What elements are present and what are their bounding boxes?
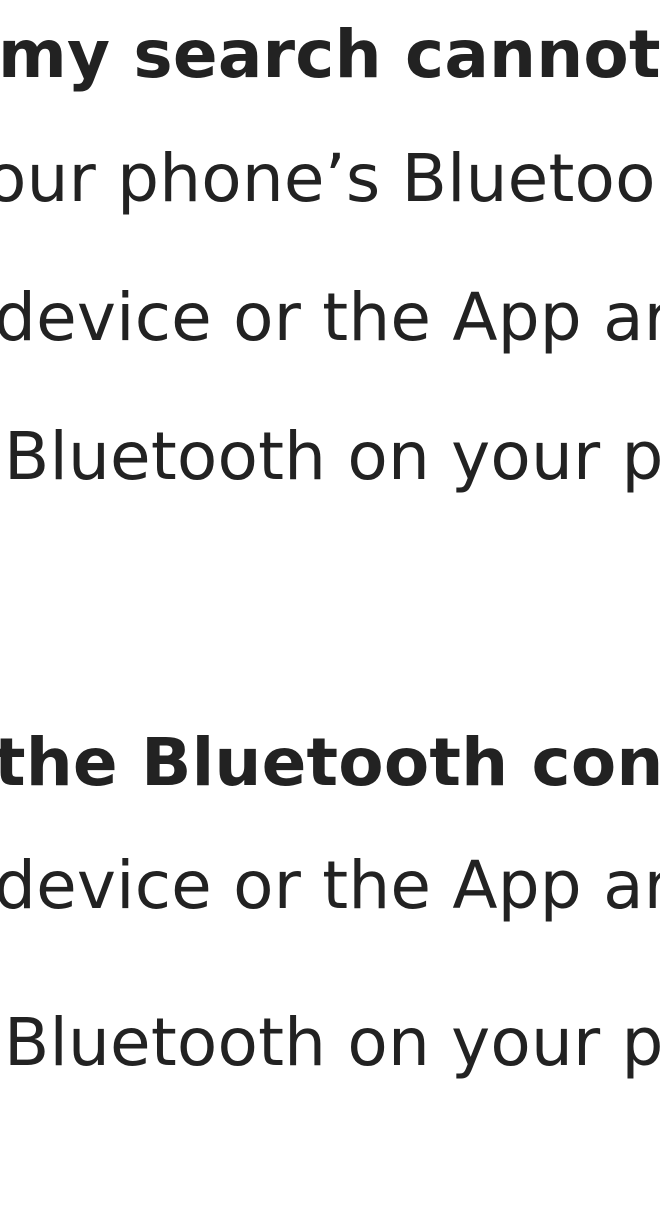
faq-answer-line: device or the App ar [0,279,660,356]
faq-answer-line: Bluetooth on your p [4,1004,660,1081]
faq-question-bluetooth-connection: the Bluetooth conne [0,724,660,801]
faq-answer-line: our phone’s Bluetoo [0,140,656,217]
faq-answer-line: Bluetooth on your p [4,418,660,495]
faq-answer-line: device or the App ar [0,847,660,924]
faq-question-search-cannot-find: my search cannot fir [0,16,660,93]
faq-content-viewport: my search cannot fir our phone’s Bluetoo… [0,0,660,1227]
